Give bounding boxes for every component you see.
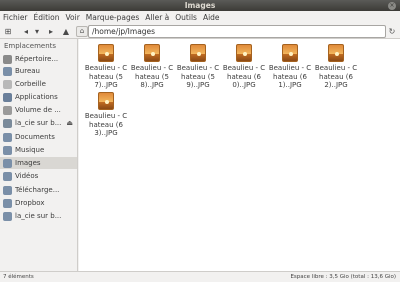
file-item[interactable]: Beaulieu - Chateau (57)..JPG <box>84 44 128 90</box>
menu-bar: Fichier Édition Voir Marque-pages Aller … <box>0 11 400 24</box>
desktop-folder-icon <box>3 66 12 76</box>
close-icon[interactable]: × <box>388 2 396 10</box>
eject-icon[interactable]: ⏏ <box>66 119 73 127</box>
file-item[interactable]: Beaulieu - Chateau (61)..JPG <box>268 44 312 90</box>
new-tab-icon[interactable]: ⊞ <box>2 26 14 37</box>
sidebar-item[interactable]: Applications <box>0 91 77 103</box>
menu-fichier[interactable]: Fichier <box>3 13 28 22</box>
menu-edition[interactable]: Édition <box>34 13 60 22</box>
file-name: Beaulieu - Chateau (58)..JPG <box>130 64 174 89</box>
videos-folder-icon <box>3 171 12 181</box>
file-name: Beaulieu - Chateau (63)..JPG <box>84 112 128 137</box>
network-drive-icon <box>3 118 12 128</box>
sidebar-item-label: Répertoire... <box>15 55 59 63</box>
home-icon[interactable]: ⌂ <box>76 26 88 37</box>
sidebar-item-label: Dropbox <box>15 199 45 207</box>
sidebar-item[interactable]: Documents <box>0 131 77 143</box>
image-file-icon <box>236 44 252 62</box>
menu-aide[interactable]: Aide <box>203 13 220 22</box>
file-item[interactable]: Beaulieu - Chateau (63)..JPG <box>84 92 128 138</box>
sidebar-item-label: Télécharge... <box>15 186 60 194</box>
toolbar: ⊞ ◂ ▾ ▸ ▲ ⌂ /home/jp/Images ↻ <box>0 24 400 39</box>
sidebar-item[interactable]: Musique <box>0 144 77 156</box>
places-sidebar: Emplacements Répertoire... Bureau Corbeill… <box>0 39 78 271</box>
sidebar-item-label: Musique <box>15 146 45 154</box>
status-bar: 7 éléments Espace libre : 3,5 Gio (total… <box>0 271 400 282</box>
forward-icon[interactable]: ▸ <box>45 26 57 37</box>
file-name: Beaulieu - Chateau (62)..JPG <box>314 64 358 89</box>
status-item-count: 7 éléments <box>3 274 34 280</box>
file-item[interactable]: Beaulieu - Chateau (59)..JPG <box>176 44 220 90</box>
file-name: Beaulieu - Chateau (57)..JPG <box>84 64 128 89</box>
file-name: Beaulieu - Chateau (59)..JPG <box>176 64 220 89</box>
pictures-folder-icon <box>3 158 12 168</box>
menu-aller-a[interactable]: Aller à <box>145 13 169 22</box>
downloads-folder-icon <box>3 185 12 195</box>
image-file-icon <box>144 44 160 62</box>
menu-voir[interactable]: Voir <box>65 13 79 22</box>
sidebar-item[interactable]: Volume de ... <box>0 104 77 116</box>
sidebar-item-label: Volume de ... <box>15 106 61 114</box>
image-file-icon <box>98 92 114 110</box>
sidebar-item-label: la_cie sur b... <box>15 212 62 220</box>
sidebar-item-label: Images <box>15 159 41 167</box>
sidebar-item[interactable]: Répertoire... <box>0 53 77 65</box>
sidebar-item[interactable]: Images <box>0 157 77 169</box>
file-name: Beaulieu - Chateau (61)..JPG <box>268 64 312 89</box>
path-input[interactable]: /home/jp/Images <box>88 25 386 38</box>
sidebar-item[interactable]: Vidéos <box>0 170 77 182</box>
file-item[interactable]: Beaulieu - Chateau (60)..JPG <box>222 44 266 90</box>
music-folder-icon <box>3 145 12 155</box>
file-view[interactable]: Beaulieu - Chateau (57)..JPG Beaulieu - C… <box>79 39 400 271</box>
image-file-icon <box>282 44 298 62</box>
image-file-icon <box>98 44 114 62</box>
sidebar-item-label: Vidéos <box>15 172 39 180</box>
reload-icon[interactable]: ↻ <box>386 26 398 37</box>
sidebar-item-label: Corbeille <box>15 80 46 88</box>
home-folder-icon <box>3 54 12 64</box>
image-file-icon <box>328 44 344 62</box>
dropbox-folder-icon <box>3 198 12 208</box>
file-name: Beaulieu - Chateau (60)..JPG <box>222 64 266 89</box>
documents-folder-icon <box>3 132 12 142</box>
sidebar-item-label: Applications <box>15 93 58 101</box>
up-icon[interactable]: ▲ <box>60 26 72 37</box>
drive-icon <box>3 105 12 115</box>
sidebar-item-label: la_cie sur b... <box>15 119 62 127</box>
back-dropdown-icon[interactable]: ▾ <box>31 26 43 37</box>
sidebar-item[interactable]: la_cie sur b... ⏏ <box>0 117 77 129</box>
sidebar-heading: Emplacements <box>4 42 57 50</box>
image-file-icon <box>190 44 206 62</box>
title-bar: Images × <box>0 0 400 11</box>
sidebar-item[interactable]: Télécharge... <box>0 184 77 196</box>
sidebar-item[interactable]: Bureau <box>0 65 77 77</box>
network-folder-icon <box>3 211 12 221</box>
sidebar-item[interactable]: la_cie sur b... <box>0 210 77 222</box>
sidebar-item-label: Bureau <box>15 67 40 75</box>
menu-outils[interactable]: Outils <box>175 13 197 22</box>
status-free-space: Espace libre : 3,5 Gio (total : 13,6 Gio… <box>290 274 396 280</box>
sidebar-item[interactable]: Corbeille <box>0 78 77 90</box>
sidebar-item[interactable]: Dropbox <box>0 197 77 209</box>
sidebar-item-label: Documents <box>15 133 55 141</box>
file-item[interactable]: Beaulieu - Chateau (62)..JPG <box>314 44 358 90</box>
window-title: Images <box>184 1 216 10</box>
file-item[interactable]: Beaulieu - Chateau (58)..JPG <box>130 44 174 90</box>
applications-icon <box>3 92 12 102</box>
menu-marque-pages[interactable]: Marque-pages <box>86 13 140 22</box>
trash-icon <box>3 79 12 89</box>
